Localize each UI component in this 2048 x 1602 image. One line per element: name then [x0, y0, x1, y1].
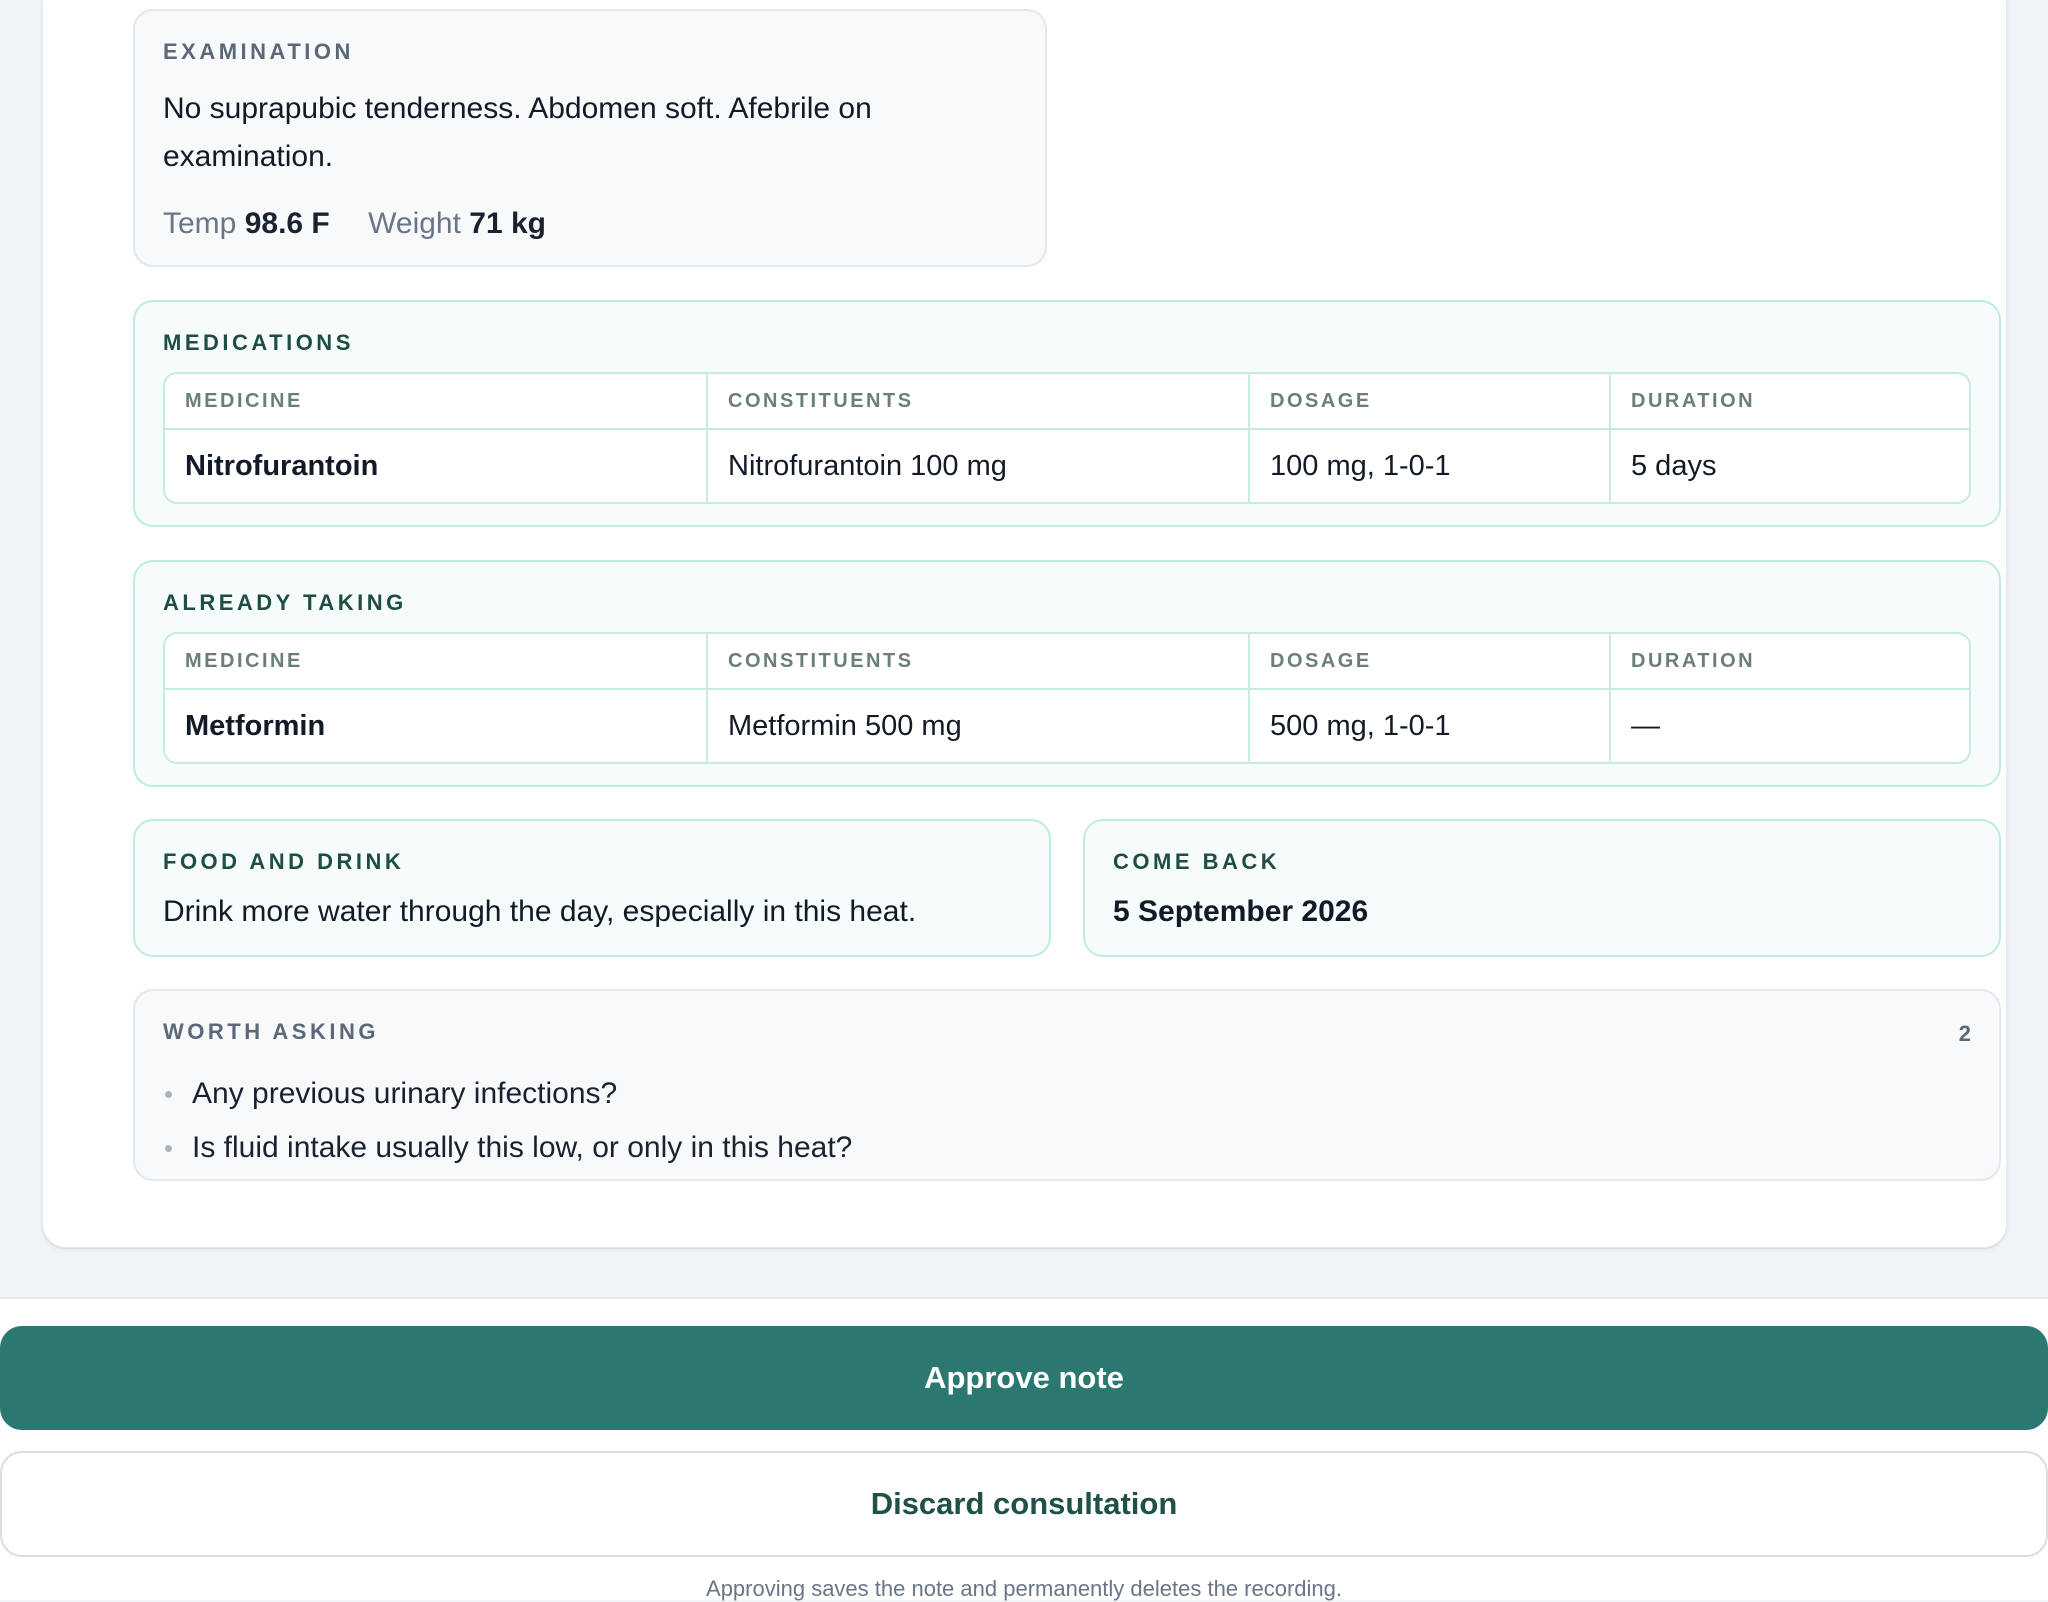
- bullet-icon: [165, 1090, 172, 1098]
- list-item: Any previous urinary infections?: [163, 1067, 852, 1121]
- food-and-drink-section: Food and drink Drink more water through …: [133, 819, 1051, 957]
- medicine-duration: 5 days: [1631, 449, 1717, 482]
- list-item: Is fluid intake usually this low, or onl…: [163, 1121, 852, 1175]
- weight-value: 71 kg: [469, 207, 546, 240]
- worth-asking-list: Any previous urinary infections? Is flui…: [163, 1067, 852, 1175]
- column-header-dosage: DOSAGE: [1250, 374, 1611, 428]
- worth-asking-count: 2: [1958, 1021, 1971, 1046]
- examination-section: Examination No suprapubic tenderness. Ab…: [133, 9, 1047, 267]
- column-header-medicine: MEDICINE: [165, 374, 708, 428]
- medicine-duration: —: [1631, 709, 1660, 742]
- medications-section: Medications MEDICINE CONSTITUENTS DOSAGE…: [133, 300, 2001, 527]
- column-header-duration: DURATION: [1631, 649, 1756, 672]
- temp-value: 98.6 F: [244, 207, 330, 240]
- food-and-drink-text: Drink more water through the day, especi…: [163, 895, 917, 928]
- worth-asking-section: Worth asking 2 Any previous urinary infe…: [133, 989, 2001, 1181]
- approve-disclaimer: Approving saves the note and permanently…: [706, 1576, 1342, 1601]
- medicine-dosage: 100 mg, 1-0-1: [1250, 430, 1611, 502]
- table-header-row: MEDICINE CONSTITUENTS DOSAGE DURATION: [165, 374, 1969, 430]
- already-taking-label: Already taking: [163, 590, 407, 615]
- medicine-name: Metformin: [165, 690, 708, 762]
- medicine-dosage: 500 mg, 1-0-1: [1250, 690, 1611, 762]
- examination-text: No suprapubic tenderness. Abdomen soft. …: [163, 92, 872, 173]
- medicine-constituents: Metformin 500 mg: [708, 690, 1250, 762]
- worth-asking-question: Is fluid intake usually this low, or onl…: [192, 1131, 853, 1164]
- approve-note-button[interactable]: Approve note: [0, 1326, 2048, 1430]
- come-back-section: Come back 5 September 2026: [1083, 819, 2001, 957]
- column-header-constituents: CONSTITUENTS: [708, 634, 1250, 688]
- examination-label: Examination: [163, 39, 354, 64]
- table-row: Nitrofurantoin Nitrofurantoin 100 mg 100…: [165, 430, 1969, 502]
- medicine-constituents: Nitrofurantoin 100 mg: [708, 430, 1250, 502]
- medicine-name: Nitrofurantoin: [165, 430, 708, 502]
- column-header-constituents: CONSTITUENTS: [708, 374, 1250, 428]
- medications-table: MEDICINE CONSTITUENTS DOSAGE DURATION Ni…: [163, 372, 1971, 504]
- table-row: Metformin Metformin 500 mg 500 mg, 1-0-1…: [165, 690, 1969, 762]
- bullet-icon: [165, 1144, 172, 1152]
- table-header-row: MEDICINE CONSTITUENTS DOSAGE DURATION: [165, 634, 1969, 690]
- already-taking-table: MEDICINE CONSTITUENTS DOSAGE DURATION Me…: [163, 632, 1971, 764]
- come-back-date: 5 September 2026: [1113, 895, 1369, 928]
- column-header-duration: DURATION: [1631, 389, 1756, 412]
- column-header-dosage: DOSAGE: [1250, 634, 1611, 688]
- medications-label: Medications: [163, 330, 354, 355]
- already-taking-section: Already taking MEDICINE CONSTITUENTS DOS…: [133, 560, 2001, 787]
- come-back-label: Come back: [1113, 849, 1281, 874]
- temp-label: Temp: [163, 207, 237, 240]
- consultation-note-card: Examination No suprapubic tenderness. Ab…: [42, 0, 2007, 1248]
- food-and-drink-label: Food and drink: [163, 849, 405, 874]
- column-header-medicine: MEDICINE: [165, 634, 708, 688]
- weight-label: Weight: [368, 207, 461, 240]
- vitals-row: Temp 98.6 F Weight 71 kg: [163, 207, 546, 241]
- worth-asking-question: Any previous urinary infections?: [192, 1077, 618, 1110]
- worth-asking-label: Worth asking: [163, 1019, 379, 1044]
- discard-consultation-button[interactable]: Discard consultation: [0, 1451, 2048, 1557]
